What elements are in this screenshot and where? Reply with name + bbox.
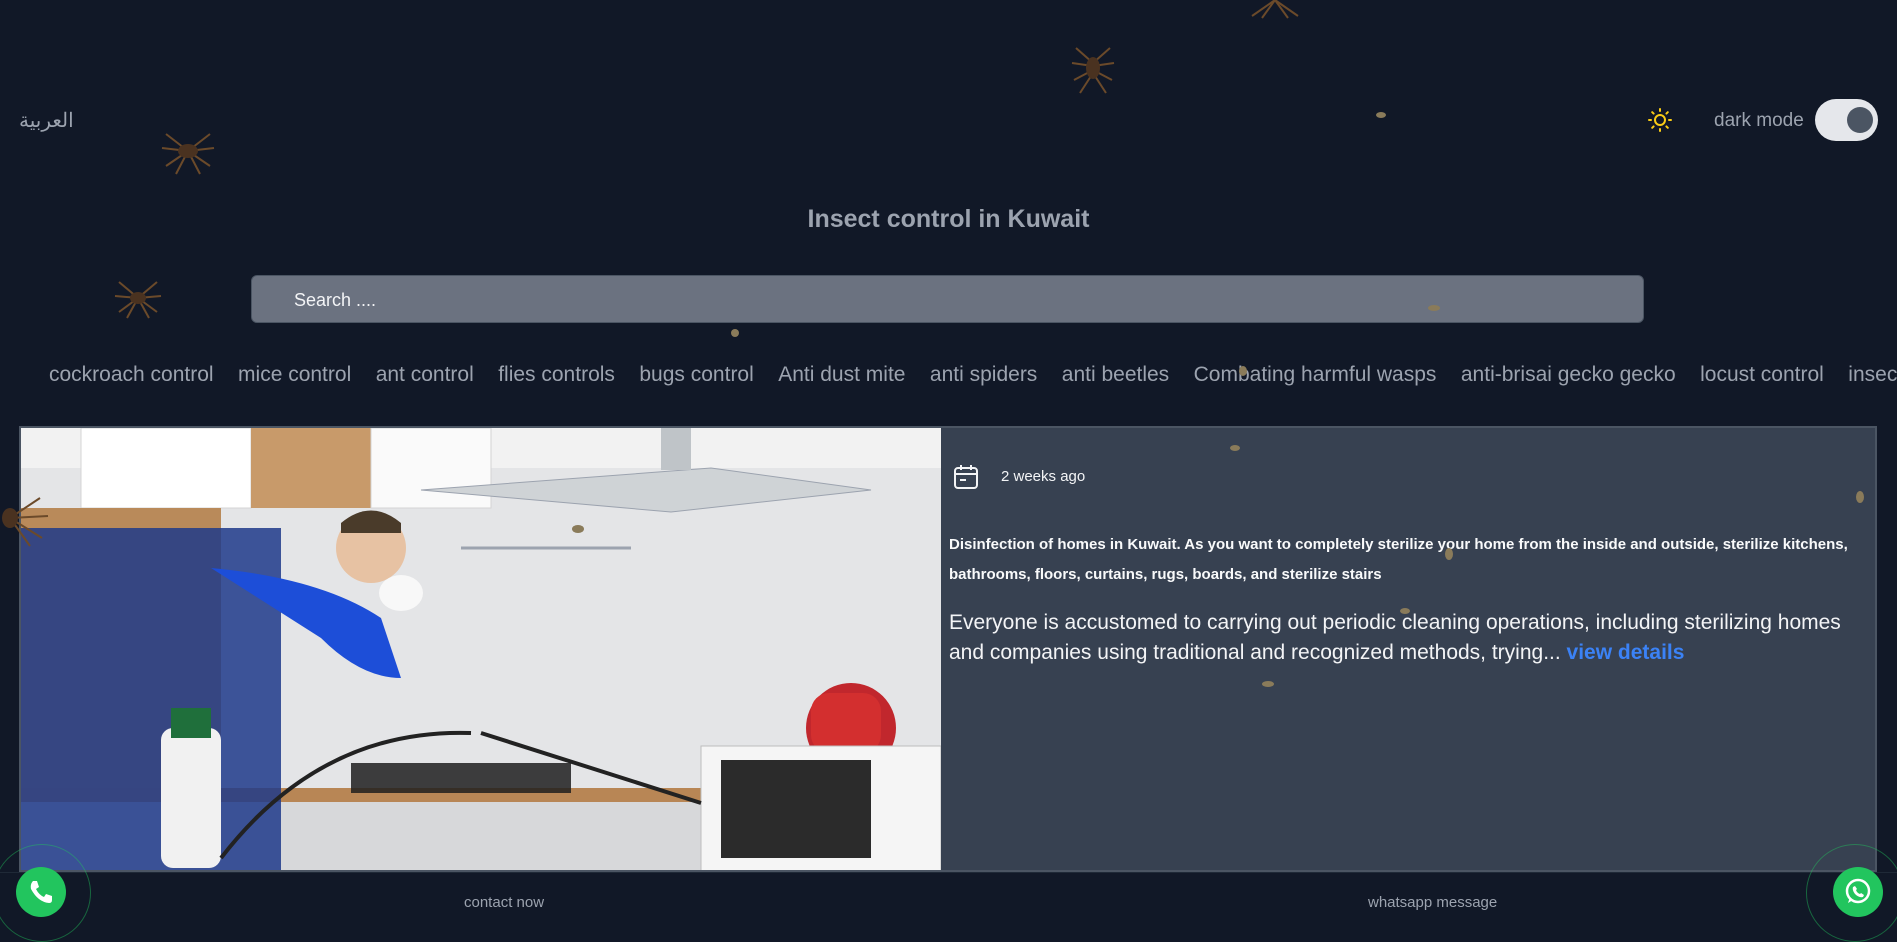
sun-icon[interactable] [1648, 108, 1672, 132]
category-link-mice[interactable]: mice control [238, 363, 351, 387]
article-date: 2 weeks ago [1001, 468, 1086, 485]
category-link-cockroach[interactable]: cockroach control [49, 363, 214, 387]
category-link-gecko[interactable]: anti-brisai gecko gecko [1461, 363, 1676, 387]
dark-mode-toggle[interactable] [1815, 99, 1878, 141]
article-excerpt: Everyone is accustomed to carrying out p… [949, 608, 1869, 668]
contact-now-label[interactable]: contact now [464, 894, 544, 911]
calendar-icon [954, 465, 978, 489]
fly-icon [1376, 112, 1386, 118]
fly-icon [1856, 491, 1864, 503]
spider-icon [2, 497, 49, 547]
fly-icon [1400, 608, 1410, 614]
category-link-spiders[interactable]: anti spiders [930, 363, 1037, 387]
category-link-dust-mite[interactable]: Anti dust mite [778, 363, 905, 387]
view-details-link[interactable]: view details [1567, 641, 1685, 664]
phone-icon [30, 881, 52, 903]
fly-icon [1428, 305, 1440, 311]
fly-icon [1230, 445, 1240, 451]
category-link-flies[interactable]: flies controls [498, 363, 615, 387]
search-input[interactable] [292, 276, 1596, 324]
dark-mode-label: dark mode [1714, 110, 1804, 131]
pest-control-worker-image [21, 428, 941, 870]
category-link-bugs[interactable]: bugs control [639, 363, 753, 387]
category-link-insecticides[interactable]: insecticides [1848, 363, 1897, 387]
fly-icon [1239, 366, 1247, 376]
spider-icon [1071, 47, 1115, 94]
category-link-beetles[interactable]: anti beetles [1062, 363, 1169, 387]
whatsapp-icon [1845, 878, 1871, 904]
spider-icon [114, 281, 162, 319]
spider-icon [1251, 0, 1299, 19]
article-excerpt-text: Everyone is accustomed to carrying out p… [949, 611, 1841, 664]
page-title: Insect control in Kuwait [807, 205, 1090, 233]
whatsapp-button[interactable] [1833, 867, 1883, 917]
search-bar [251, 275, 1644, 324]
category-link-locust[interactable]: locust control [1700, 363, 1824, 387]
fly-icon [1445, 548, 1453, 560]
call-button[interactable] [16, 867, 66, 917]
toggle-knob [1847, 107, 1873, 133]
article-heading[interactable]: Disinfection of homes in Kuwait. As you … [949, 530, 1849, 590]
spider-icon [161, 133, 215, 175]
category-link-wasps[interactable]: Combating harmful wasps [1194, 363, 1437, 387]
whatsapp-message-label[interactable]: whatsapp message [1368, 894, 1497, 911]
category-link-ant[interactable]: ant control [376, 363, 474, 387]
fly-icon [572, 525, 584, 533]
language-switch-link[interactable]: العربية [19, 108, 74, 133]
fly-icon [731, 329, 739, 337]
article-image[interactable] [21, 428, 941, 870]
bottom-contact-bar: contact now whatsapp message [0, 872, 1897, 933]
category-nav: cockroach control mice control ant contr… [49, 363, 1897, 393]
fly-icon [1262, 681, 1274, 687]
article-card[interactable]: 2 weeks ago Disinfection of homes in Kuw… [19, 426, 1877, 872]
